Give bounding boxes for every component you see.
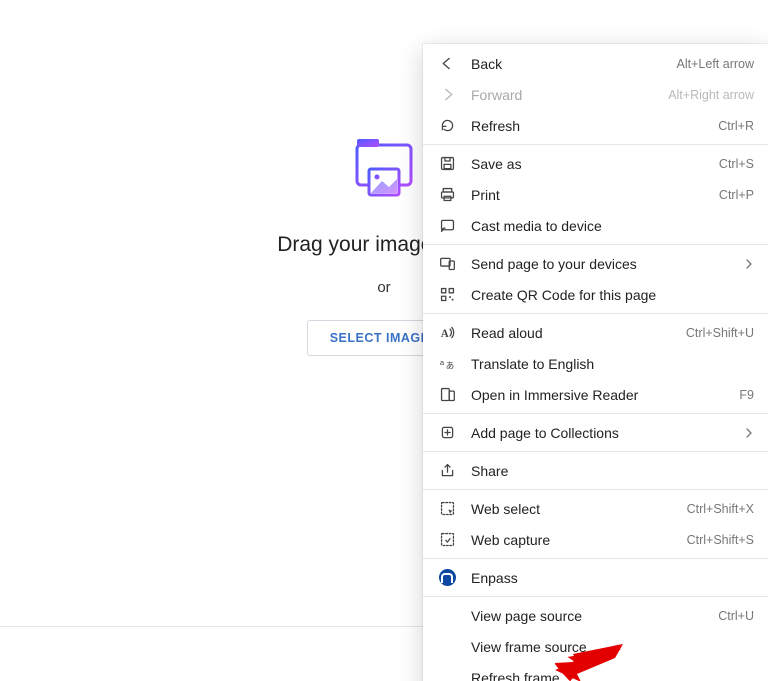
- translate-icon: aあ: [437, 354, 457, 374]
- forward-icon: [437, 85, 457, 105]
- reader-icon: [437, 385, 457, 405]
- menu-divider: [423, 413, 768, 414]
- menu-divider: [423, 244, 768, 245]
- blank-icon: [437, 637, 457, 657]
- webcapture-icon: [437, 530, 457, 550]
- menu-item-label: Cast media to device: [471, 218, 754, 234]
- print-icon: [437, 185, 457, 205]
- cast-icon: [437, 216, 457, 236]
- menu-item-shortcut: Alt+Right arrow: [668, 88, 754, 102]
- menu-item-label: Refresh frame: [471, 670, 754, 681]
- menu-item-web-select[interactable]: Web select Ctrl+Shift+X: [423, 493, 768, 524]
- menu-item-label: Read aloud: [471, 325, 678, 341]
- devices-icon: [437, 254, 457, 274]
- menu-item-shortcut: Ctrl+P: [719, 188, 754, 202]
- menu-item-label: Enpass: [471, 570, 754, 586]
- menu-item-share[interactable]: Share: [423, 455, 768, 486]
- menu-item-open-in-immersive-reader[interactable]: Open in Immersive Reader F9: [423, 379, 768, 410]
- menu-item-label: Web select: [471, 501, 679, 517]
- menu-divider: [423, 313, 768, 314]
- or-text: or: [377, 279, 390, 296]
- divider-line: [0, 626, 423, 627]
- menu-item-read-aloud[interactable]: A Read aloud Ctrl+Shift+U: [423, 317, 768, 348]
- menu-item-translate-to-english[interactable]: aあ Translate to English: [423, 348, 768, 379]
- menu-item-label: Send page to your devices: [471, 256, 738, 272]
- menu-divider: [423, 596, 768, 597]
- menu-divider: [423, 144, 768, 145]
- menu-item-label: Save as: [471, 156, 711, 172]
- save-icon: [437, 154, 457, 174]
- refresh-icon: [437, 116, 457, 136]
- menu-item-back[interactable]: Back Alt+Left arrow: [423, 48, 768, 79]
- chevron-right-icon: [744, 256, 754, 272]
- menu-item-shortcut: Ctrl+Shift+X: [687, 502, 754, 516]
- menu-item-label: Translate to English: [471, 356, 754, 372]
- menu-item-label: Share: [471, 463, 754, 479]
- blank-icon: [437, 668, 457, 681]
- chevron-right-icon: [744, 425, 754, 441]
- menu-item-label: Web capture: [471, 532, 679, 548]
- menu-item-print[interactable]: Print Ctrl+P: [423, 179, 768, 210]
- menu-item-shortcut: Alt+Left arrow: [677, 57, 754, 71]
- menu-item-label: Open in Immersive Reader: [471, 387, 731, 403]
- menu-item-refresh-frame[interactable]: Refresh frame: [423, 662, 768, 681]
- svg-text:a: a: [439, 358, 444, 367]
- menu-item-web-capture[interactable]: Web capture Ctrl+Shift+S: [423, 524, 768, 555]
- menu-item-shortcut: F9: [739, 388, 754, 402]
- menu-item-shortcut: Ctrl+Shift+S: [687, 533, 754, 547]
- menu-item-label: View frame source: [471, 639, 754, 655]
- blank-icon: [437, 606, 457, 626]
- menu-item-shortcut: Ctrl+U: [718, 609, 754, 623]
- menu-item-label: Refresh: [471, 118, 710, 134]
- back-icon: [437, 54, 457, 74]
- menu-item-enpass[interactable]: Enpass: [423, 562, 768, 593]
- menu-item-save-as[interactable]: Save as Ctrl+S: [423, 148, 768, 179]
- menu-item-refresh[interactable]: Refresh Ctrl+R: [423, 110, 768, 141]
- menu-divider: [423, 451, 768, 452]
- menu-item-label: Print: [471, 187, 711, 203]
- context-menu: Back Alt+Left arrow Forward Alt+Right arrow…: [423, 44, 768, 681]
- share-icon: [437, 461, 457, 481]
- menu-item-label: Add page to Collections: [471, 425, 738, 441]
- menu-item-create-qr-code-for-this-page[interactable]: Create QR Code for this page: [423, 279, 768, 310]
- enpass-icon: [437, 568, 457, 588]
- menu-item-label: Back: [471, 56, 669, 72]
- menu-item-view-frame-source[interactable]: View frame source: [423, 631, 768, 662]
- menu-divider: [423, 558, 768, 559]
- readaloud-icon: A: [437, 323, 457, 343]
- svg-text:A: A: [440, 328, 448, 340]
- menu-item-shortcut: Ctrl+Shift+U: [686, 326, 754, 340]
- menu-item-forward: Forward Alt+Right arrow: [423, 79, 768, 110]
- menu-item-shortcut: Ctrl+R: [718, 119, 754, 133]
- webselect-icon: [437, 499, 457, 519]
- menu-item-send-page-to-your-devices[interactable]: Send page to your devices: [423, 248, 768, 279]
- collections-icon: [437, 423, 457, 443]
- menu-divider: [423, 489, 768, 490]
- upload-folder-image-icon: [349, 135, 419, 205]
- menu-item-label: Create QR Code for this page: [471, 287, 754, 303]
- menu-item-cast-media-to-device[interactable]: Cast media to device: [423, 210, 768, 241]
- menu-item-add-page-to-collections[interactable]: Add page to Collections: [423, 417, 768, 448]
- svg-text:あ: あ: [445, 361, 454, 371]
- menu-item-label: View page source: [471, 608, 710, 624]
- menu-item-view-page-source[interactable]: View page source Ctrl+U: [423, 600, 768, 631]
- menu-item-label: Forward: [471, 87, 660, 103]
- qr-icon: [437, 285, 457, 305]
- menu-item-shortcut: Ctrl+S: [719, 157, 754, 171]
